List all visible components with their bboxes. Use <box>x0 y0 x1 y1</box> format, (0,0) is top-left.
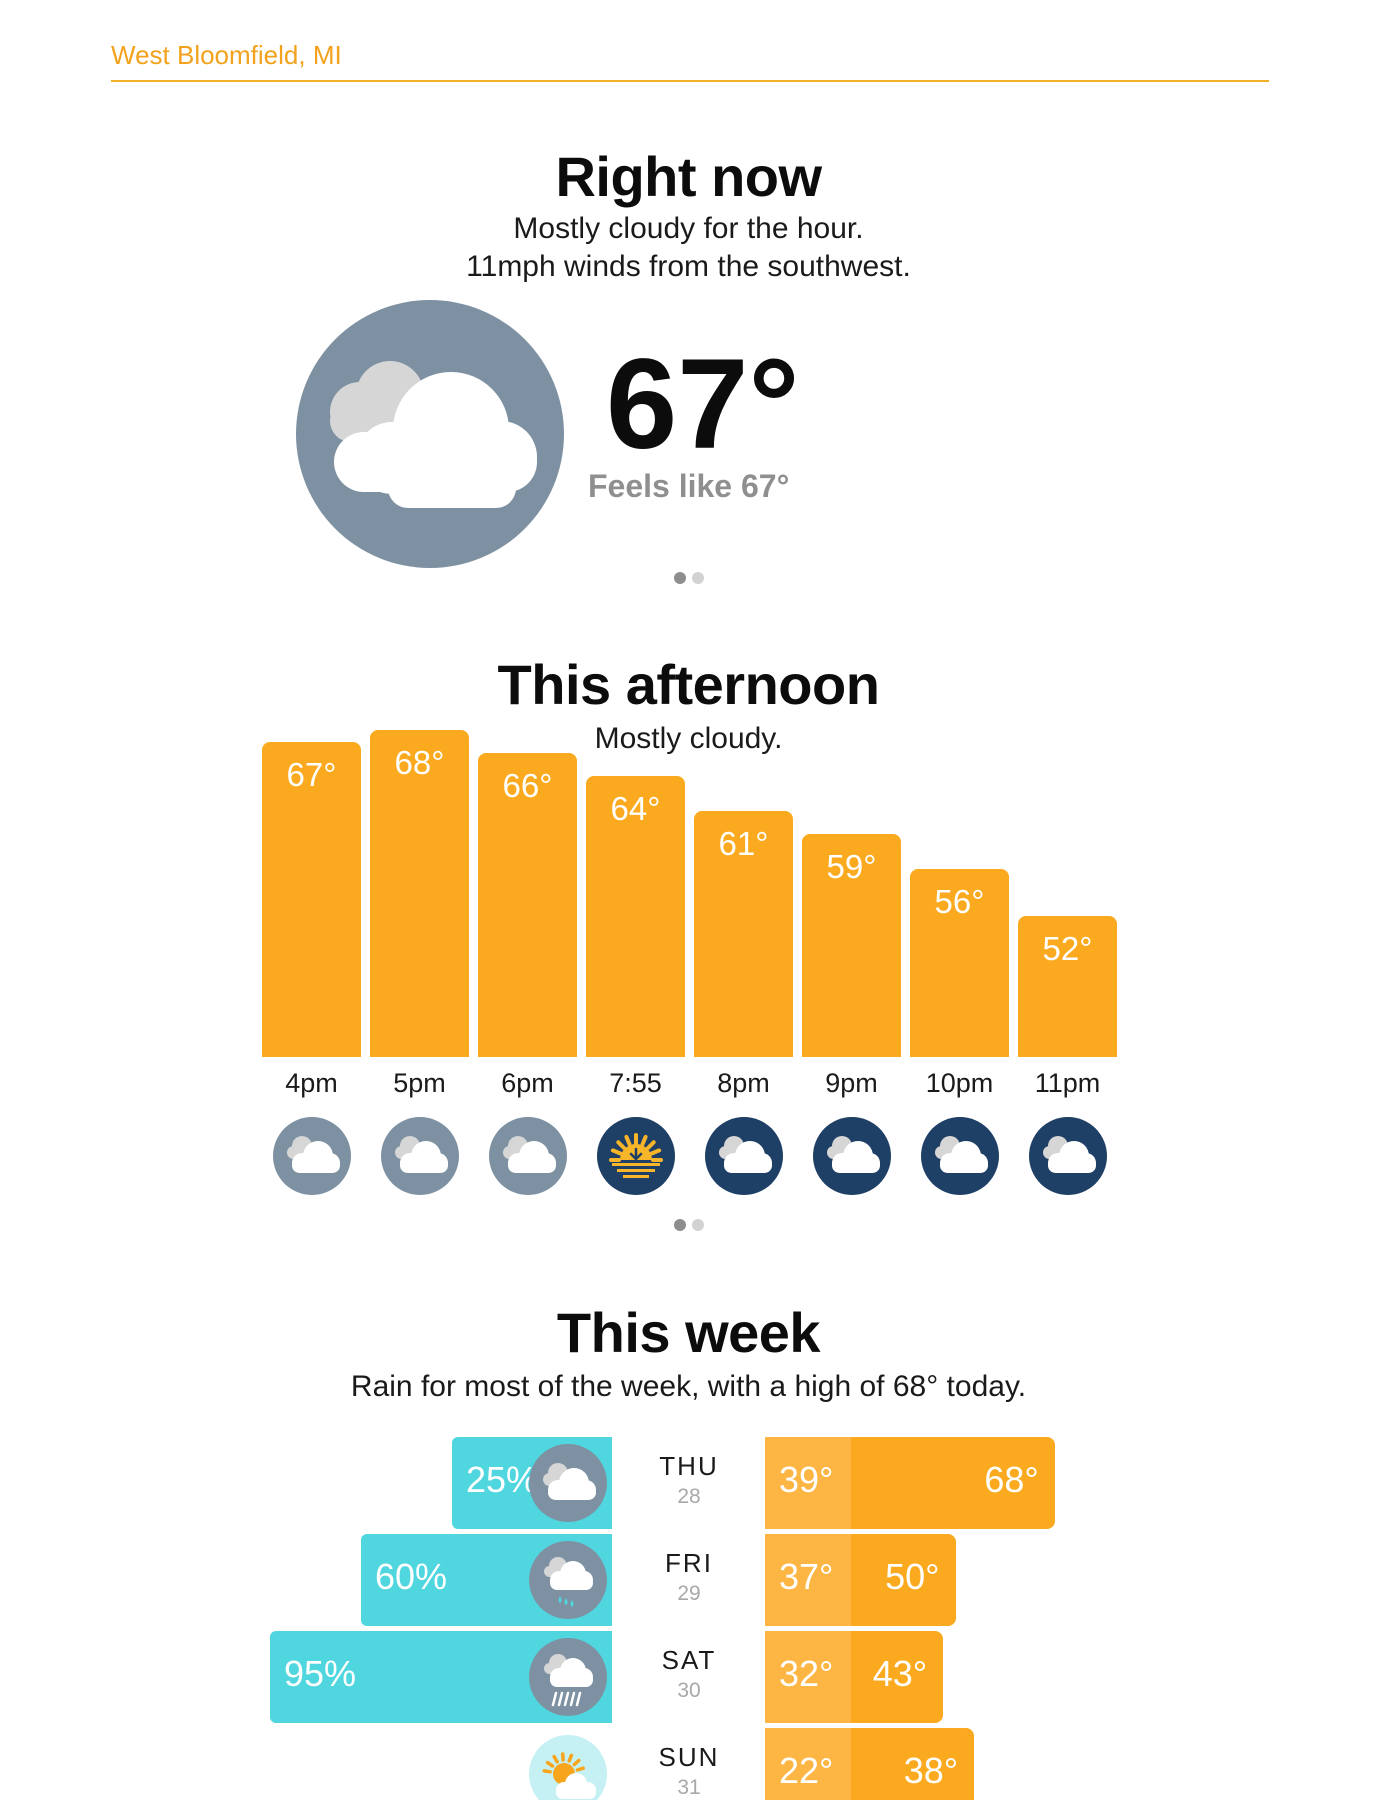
temp-high-label: 50° <box>885 1556 940 1597</box>
cloudy-day-icon <box>272 1116 352 1196</box>
hour-temp-label: 52° <box>1042 929 1093 967</box>
page-indicator[interactable] <box>0 571 1377 589</box>
day-date: 29 <box>677 1582 701 1605</box>
hour-temp-label: 64° <box>610 790 661 828</box>
temp-high-label: 43° <box>872 1653 928 1694</box>
rain-icon <box>528 1540 608 1620</box>
temp-range-bar: 39° 68° <box>765 1437 1055 1529</box>
cloudy-night-icon <box>1028 1116 1108 1196</box>
day-name: SAT <box>661 1645 717 1675</box>
day-date: 31 <box>677 1776 701 1799</box>
day-name: FRI <box>665 1548 713 1578</box>
day-name: THU <box>659 1451 719 1481</box>
cloudy-night-icon <box>704 1116 784 1196</box>
hour-column[interactable]: 59° 9pm <box>802 700 901 1200</box>
temp-low-label: 37° <box>779 1556 834 1597</box>
hour-temp-label: 61° <box>718 825 769 863</box>
right-now-line2: 11mph winds from the southwest. <box>466 250 911 283</box>
temp-range-bar: 22° 38° <box>765 1728 975 1800</box>
hour-time-label: 7:55 <box>609 1068 662 1098</box>
hour-time-label: 6pm <box>501 1068 554 1098</box>
right-now-title: Right now <box>555 145 822 208</box>
hour-time-label: 8pm <box>717 1068 770 1098</box>
temp-low-label: 32° <box>779 1653 834 1694</box>
page-dot-active[interactable] <box>673 1219 686 1231</box>
page-indicator[interactable] <box>0 1218 1377 1236</box>
temp-range-bar: 37° 50° <box>765 1534 956 1626</box>
heavy-rain-icon <box>528 1637 608 1717</box>
feels-like: Feels like 67° <box>588 468 790 504</box>
hour-temp-label: 66° <box>502 767 553 805</box>
day-date: 30 <box>677 1679 701 1702</box>
page-dot[interactable] <box>691 1219 704 1231</box>
page-dot[interactable] <box>691 572 704 584</box>
partly-sunny-icon <box>528 1734 608 1800</box>
hour-temp-label: 59° <box>826 848 877 886</box>
hour-column[interactable]: 67° 4pm <box>262 700 361 1200</box>
temp-range-bar: 32° 43° <box>765 1631 944 1723</box>
location-label[interactable]: West Bloomfield, MI <box>111 40 342 71</box>
hour-time-label: 10pm <box>925 1068 994 1098</box>
hour-column[interactable]: 56° 10pm <box>910 700 1009 1200</box>
temp-low-label: 39° <box>779 1459 834 1500</box>
hour-time-label: 9pm <box>825 1068 878 1098</box>
hour-column[interactable]: 61° 8pm <box>694 700 793 1200</box>
cloudy-night-icon <box>920 1116 1000 1196</box>
week-day-row[interactable]: 95% SAT 30 32° 43° <box>0 1631 1377 1723</box>
page-dot-active[interactable] <box>673 572 686 584</box>
cloudy-day-icon <box>380 1116 460 1196</box>
rain-chance-label: 60% <box>375 1556 448 1597</box>
right-now-line1: Mostly cloudy for the hour. <box>513 212 864 245</box>
sunset-icon <box>596 1116 676 1196</box>
cloudy-day-icon <box>488 1116 568 1196</box>
hour-column[interactable]: 68° 5pm <box>370 700 469 1200</box>
day-date: 28 <box>677 1485 701 1508</box>
hour-time-label: 4pm <box>285 1068 338 1098</box>
cloudy-icon <box>528 1443 608 1523</box>
hour-column[interactable]: 66° 6pm <box>478 700 577 1200</box>
weather-page: West Bloomfield, MI Right now Mostly clo… <box>0 0 1377 1800</box>
partly-cloudy-icon <box>296 300 564 568</box>
temp-high-label: 38° <box>903 1750 959 1791</box>
hour-time-label: 11pm <box>1034 1068 1101 1098</box>
header-divider <box>111 80 1269 82</box>
hour-temp-label: 56° <box>934 883 985 921</box>
temp-low-label: 22° <box>779 1750 834 1791</box>
week-title: This week <box>556 1301 821 1364</box>
hour-temp-label: 68° <box>394 744 445 781</box>
hour-time-label: 5pm <box>393 1068 446 1098</box>
temp-high-label: 68° <box>984 1459 1039 1500</box>
rain-chance-label: 95% <box>284 1653 357 1694</box>
week-day-row[interactable]: 60% FRI 29 37° 50° <box>0 1534 1377 1626</box>
hour-column[interactable]: 64° 7:55 <box>586 700 685 1200</box>
week-day-row[interactable]: SUN 31 22° 38° <box>0 1728 1377 1800</box>
hour-column[interactable]: 52° 11pm <box>1018 700 1117 1200</box>
cloudy-night-icon <box>812 1116 892 1196</box>
current-temperature: 67° <box>606 333 800 476</box>
hour-temp-label: 67° <box>286 755 337 793</box>
week-summary: Rain for most of the week, with a high o… <box>350 1370 1027 1403</box>
hourly-chart[interactable]: 67° 4pm 68° 5pm 66° 6pm 64° 7:55 61° 8pm 59° 9pm 56°… <box>262 700 1122 1200</box>
week-day-row[interactable]: 25% THU 28 39° 68° <box>0 1437 1377 1529</box>
day-name: SUN <box>658 1742 720 1772</box>
